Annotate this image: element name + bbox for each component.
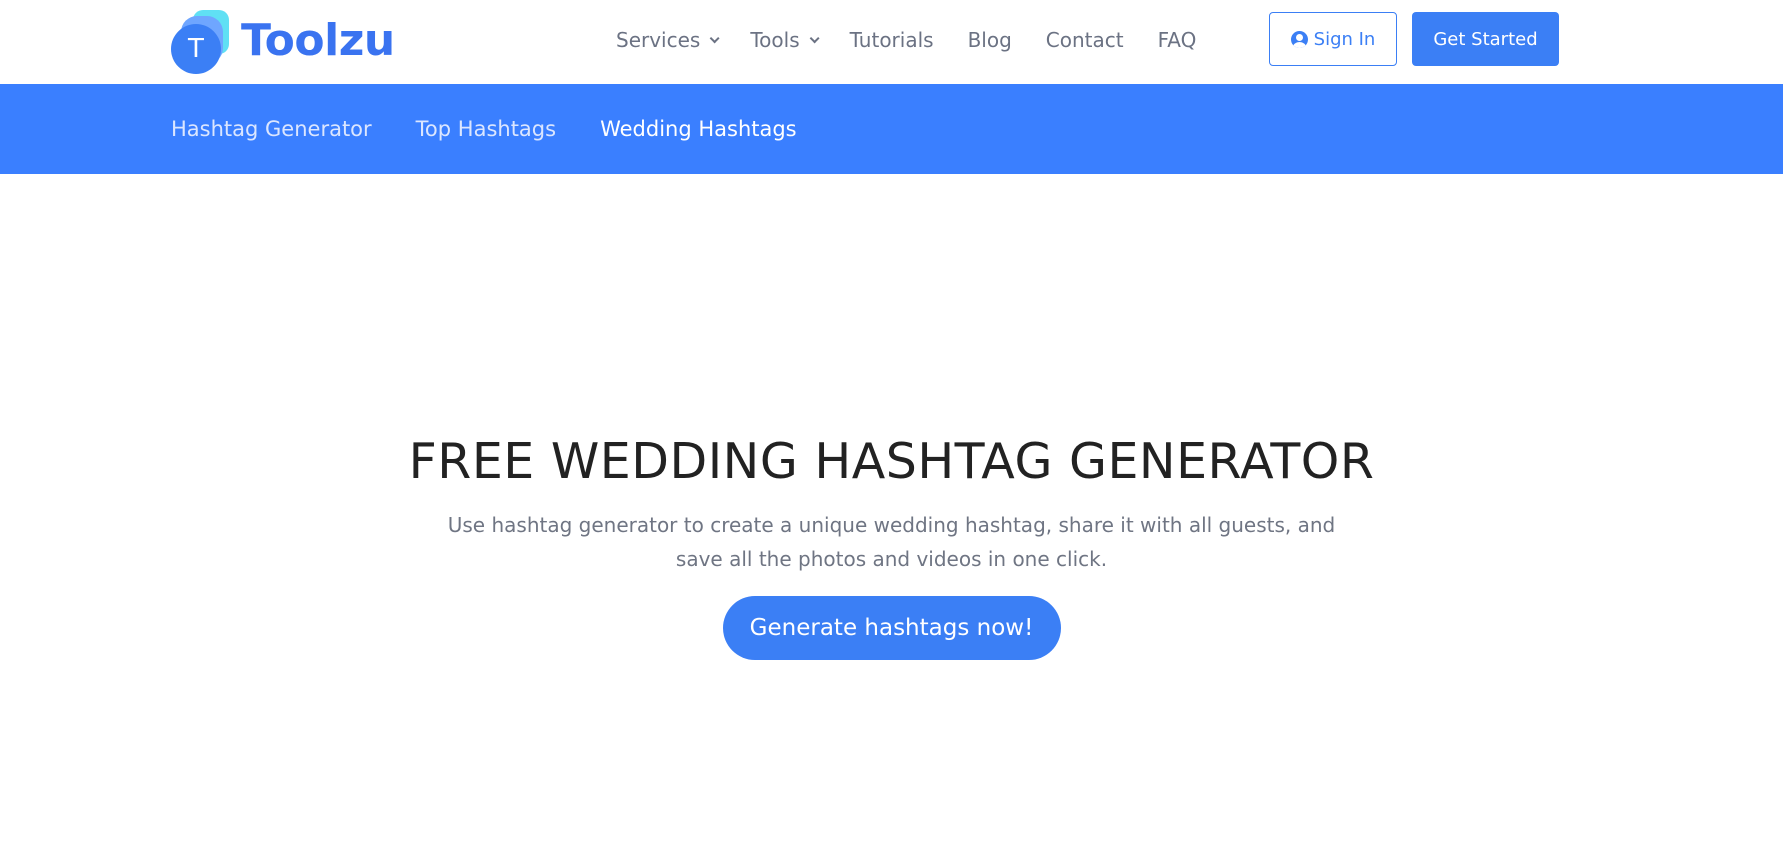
- generate-hashtags-button[interactable]: Generate hashtags now!: [722, 596, 1061, 660]
- subnav-hashtag-generator[interactable]: Hashtag Generator: [171, 117, 372, 141]
- main-nav: Services Tools Tutorials Blog Contact FA…: [616, 22, 1196, 58]
- subnav-wedding-hashtags[interactable]: Wedding Hashtags: [600, 117, 797, 141]
- nav-faq[interactable]: FAQ: [1158, 28, 1197, 52]
- chevron-down-icon: [710, 32, 720, 43]
- sub-nav-bar: Hashtag Generator Top Hashtags Wedding H…: [0, 84, 1783, 174]
- nav-tools[interactable]: Tools: [750, 28, 820, 52]
- top-header: T Toolzu Services Tools Tutorials Blog C…: [0, 0, 1783, 84]
- nav-tutorials[interactable]: Tutorials: [850, 28, 934, 52]
- nav-contact[interactable]: Contact: [1046, 28, 1124, 52]
- brand-logo[interactable]: T Toolzu: [171, 10, 395, 74]
- subnav-top-hashtags[interactable]: Top Hashtags: [416, 117, 556, 141]
- hero-section: FREE WEDDING HASHTAG GENERATOR Use hasht…: [0, 430, 1783, 660]
- nav-services[interactable]: Services: [616, 28, 720, 52]
- chevron-down-icon: [809, 32, 820, 43]
- brand-name: Toolzu: [241, 14, 395, 66]
- page-title: FREE WEDDING HASHTAG GENERATOR: [408, 433, 1375, 490]
- get-started-button[interactable]: Get Started: [1412, 12, 1559, 66]
- logo-icon: T: [171, 10, 231, 74]
- user-circle-icon: [1290, 30, 1308, 48]
- hero-description: Use hashtag generator to create a unique…: [447, 513, 1336, 571]
- nav-blog[interactable]: Blog: [968, 28, 1012, 52]
- sign-in-button[interactable]: Sign In: [1269, 12, 1397, 66]
